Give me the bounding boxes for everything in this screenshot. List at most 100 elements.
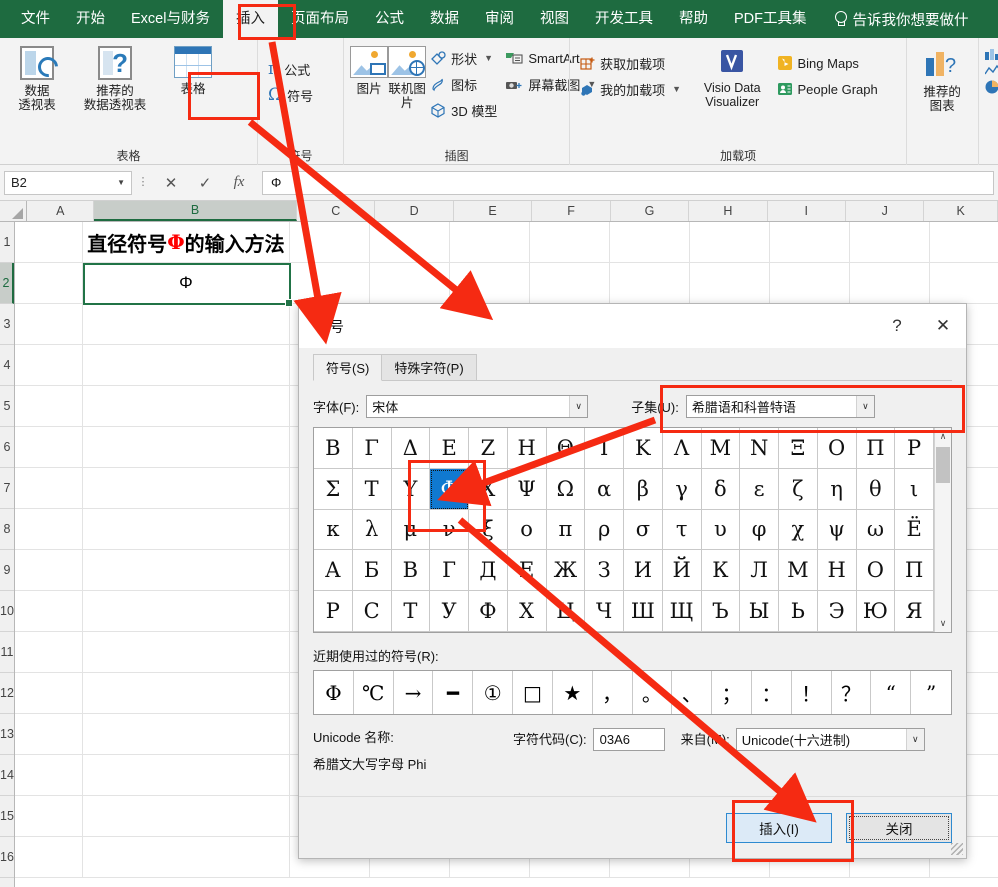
char-cell-62[interactable]: О (857, 550, 896, 591)
recent-char-5[interactable]: □ (513, 671, 553, 714)
char-cell-68[interactable]: Ф (469, 591, 508, 632)
char-cell-25[interactable]: γ (663, 469, 702, 510)
cell-A15[interactable] (15, 796, 83, 836)
char-cell-35[interactable]: ν (430, 510, 469, 551)
char-cell-23[interactable]: α (585, 469, 624, 510)
cell-H2[interactable] (690, 263, 770, 303)
resize-grip[interactable] (951, 843, 963, 855)
char-cell-72[interactable]: Ш (624, 591, 663, 632)
char-cell-71[interactable]: Ч (585, 591, 624, 632)
character-grid[interactable]: ΒΓΔΕΖΗΘΙΚΛΜΝΞΟΠΡΣΤΥΦΧΨΩαβγδεζηθικλμνξοπρ… (314, 428, 934, 632)
cell-I2[interactable] (770, 263, 850, 303)
ribbon-tab-home[interactable]: 开始 (63, 0, 118, 38)
char-cell-65[interactable]: С (353, 591, 392, 632)
row-header-13[interactable]: 13 (0, 714, 14, 755)
row-header-2[interactable]: 2 (0, 263, 14, 304)
char-cell-24[interactable]: β (624, 469, 663, 510)
cell-A12[interactable] (15, 673, 83, 713)
char-cell-39[interactable]: ρ (585, 510, 624, 551)
char-cell-28[interactable]: ζ (779, 469, 818, 510)
char-cell-26[interactable]: δ (702, 469, 741, 510)
row-header-11[interactable]: 11 (0, 632, 14, 673)
column-chart-icon[interactable] (985, 48, 998, 60)
visio-data-visualizer-button[interactable]: Visio Data Visualizer (692, 42, 773, 109)
recent-char-4[interactable]: ① (473, 671, 513, 714)
char-cell-37[interactable]: ο (508, 510, 547, 551)
cell-B4[interactable] (83, 345, 290, 385)
scroll-up-icon[interactable]: ∧ (935, 428, 951, 445)
char-cell-40[interactable]: σ (624, 510, 663, 551)
cancel-icon[interactable]: ✕ (154, 171, 188, 195)
char-cell-49[interactable]: Б (353, 550, 392, 591)
char-cell-74[interactable]: Ъ (702, 591, 741, 632)
cell-A13[interactable] (15, 714, 83, 754)
get-addins-button[interactable]: 获取加载项 (576, 50, 692, 76)
recent-char-2[interactable]: → (394, 671, 434, 714)
table-button[interactable]: 表格 (162, 42, 224, 96)
ribbon-tab-pdf-tools[interactable]: PDF工具集 (721, 0, 820, 38)
ribbon-tab-help[interactable]: 帮助 (666, 0, 721, 38)
people-graph-button[interactable]: People Graph (773, 76, 901, 102)
char-cell-61[interactable]: Н (818, 550, 857, 591)
row-header-9[interactable]: 9 (0, 550, 14, 591)
char-cell-33[interactable]: λ (353, 510, 392, 551)
pie-chart-icon[interactable] (985, 80, 998, 94)
column-header-D[interactable]: D (375, 201, 453, 221)
char-cell-11[interactable]: Ν (740, 428, 779, 469)
char-cell-3[interactable]: Ε (430, 428, 469, 469)
row-header-16[interactable]: 16 (0, 837, 14, 878)
char-cell-64[interactable]: Р (314, 591, 353, 632)
cell-B10[interactable] (83, 591, 290, 631)
char-cell-7[interactable]: Ι (585, 428, 624, 469)
my-addins-button[interactable]: 我的加载项 ▼ (576, 76, 692, 102)
recent-char-13[interactable]: ？ (832, 671, 872, 714)
char-cell-42[interactable]: υ (702, 510, 741, 551)
ribbon-tab-excel-finance[interactable]: Excel与财务 (118, 0, 223, 38)
equation-button[interactable]: π 公式 (264, 56, 314, 82)
row-header-10[interactable]: 10 (0, 591, 14, 632)
cell-B14[interactable] (83, 755, 290, 795)
column-header-E[interactable]: E (454, 201, 532, 221)
online-picture-button[interactable]: 联机图片 (388, 42, 426, 110)
char-cell-63[interactable]: П (895, 550, 934, 591)
cell-A10[interactable] (15, 591, 83, 631)
cell-K2[interactable] (930, 263, 998, 303)
cell-A1[interactable] (15, 222, 83, 262)
char-cell-45[interactable]: ψ (818, 510, 857, 551)
ribbon-tab-insert[interactable]: 插入 (223, 0, 278, 38)
char-cell-51[interactable]: Г (430, 550, 469, 591)
recent-char-3[interactable]: ━ (433, 671, 473, 714)
row-header-14[interactable]: 14 (0, 755, 14, 796)
char-cell-17[interactable]: Τ (353, 469, 392, 510)
character-grid-scrollbar[interactable]: ∧ ∨ (934, 428, 951, 632)
char-cell-20[interactable]: Χ (469, 469, 508, 510)
cell-B9[interactable] (83, 550, 290, 590)
cell-A2[interactable] (15, 263, 83, 303)
char-cell-54[interactable]: Ж (547, 550, 586, 591)
select-all-corner[interactable] (0, 201, 27, 221)
scrollbar-thumb[interactable] (936, 447, 950, 483)
recent-char-0[interactable]: Φ (314, 671, 354, 714)
recent-char-7[interactable]: ， (593, 671, 633, 714)
ribbon-tab-review[interactable]: 审阅 (472, 0, 527, 38)
ribbon-tab-view[interactable]: 视图 (527, 0, 582, 38)
column-header-C[interactable]: C (297, 201, 375, 221)
cell-B15[interactable] (83, 796, 290, 836)
recent-symbols-box[interactable]: Φ℃→━①□★，。、；：！？“” (313, 670, 952, 715)
cell-F2[interactable] (530, 263, 610, 303)
char-cell-57[interactable]: Й (663, 550, 702, 591)
cell-B3[interactable] (83, 304, 290, 344)
char-cell-32[interactable]: κ (314, 510, 353, 551)
row-header-12[interactable]: 12 (0, 673, 14, 714)
cell-E1[interactable] (450, 222, 530, 262)
recent-char-11[interactable]: ： (752, 671, 792, 714)
char-cell-0[interactable]: Β (314, 428, 353, 469)
char-cell-55[interactable]: З (585, 550, 624, 591)
3d-model-button[interactable]: 3D 模型 (426, 97, 501, 123)
char-cell-78[interactable]: Ю (857, 591, 896, 632)
row-header-3[interactable]: 3 (0, 304, 14, 345)
symbol-button[interactable]: Ω 符号 (264, 82, 317, 108)
cell-A14[interactable] (15, 755, 83, 795)
char-cell-34[interactable]: μ (392, 510, 431, 551)
cell-E2[interactable] (450, 263, 530, 303)
